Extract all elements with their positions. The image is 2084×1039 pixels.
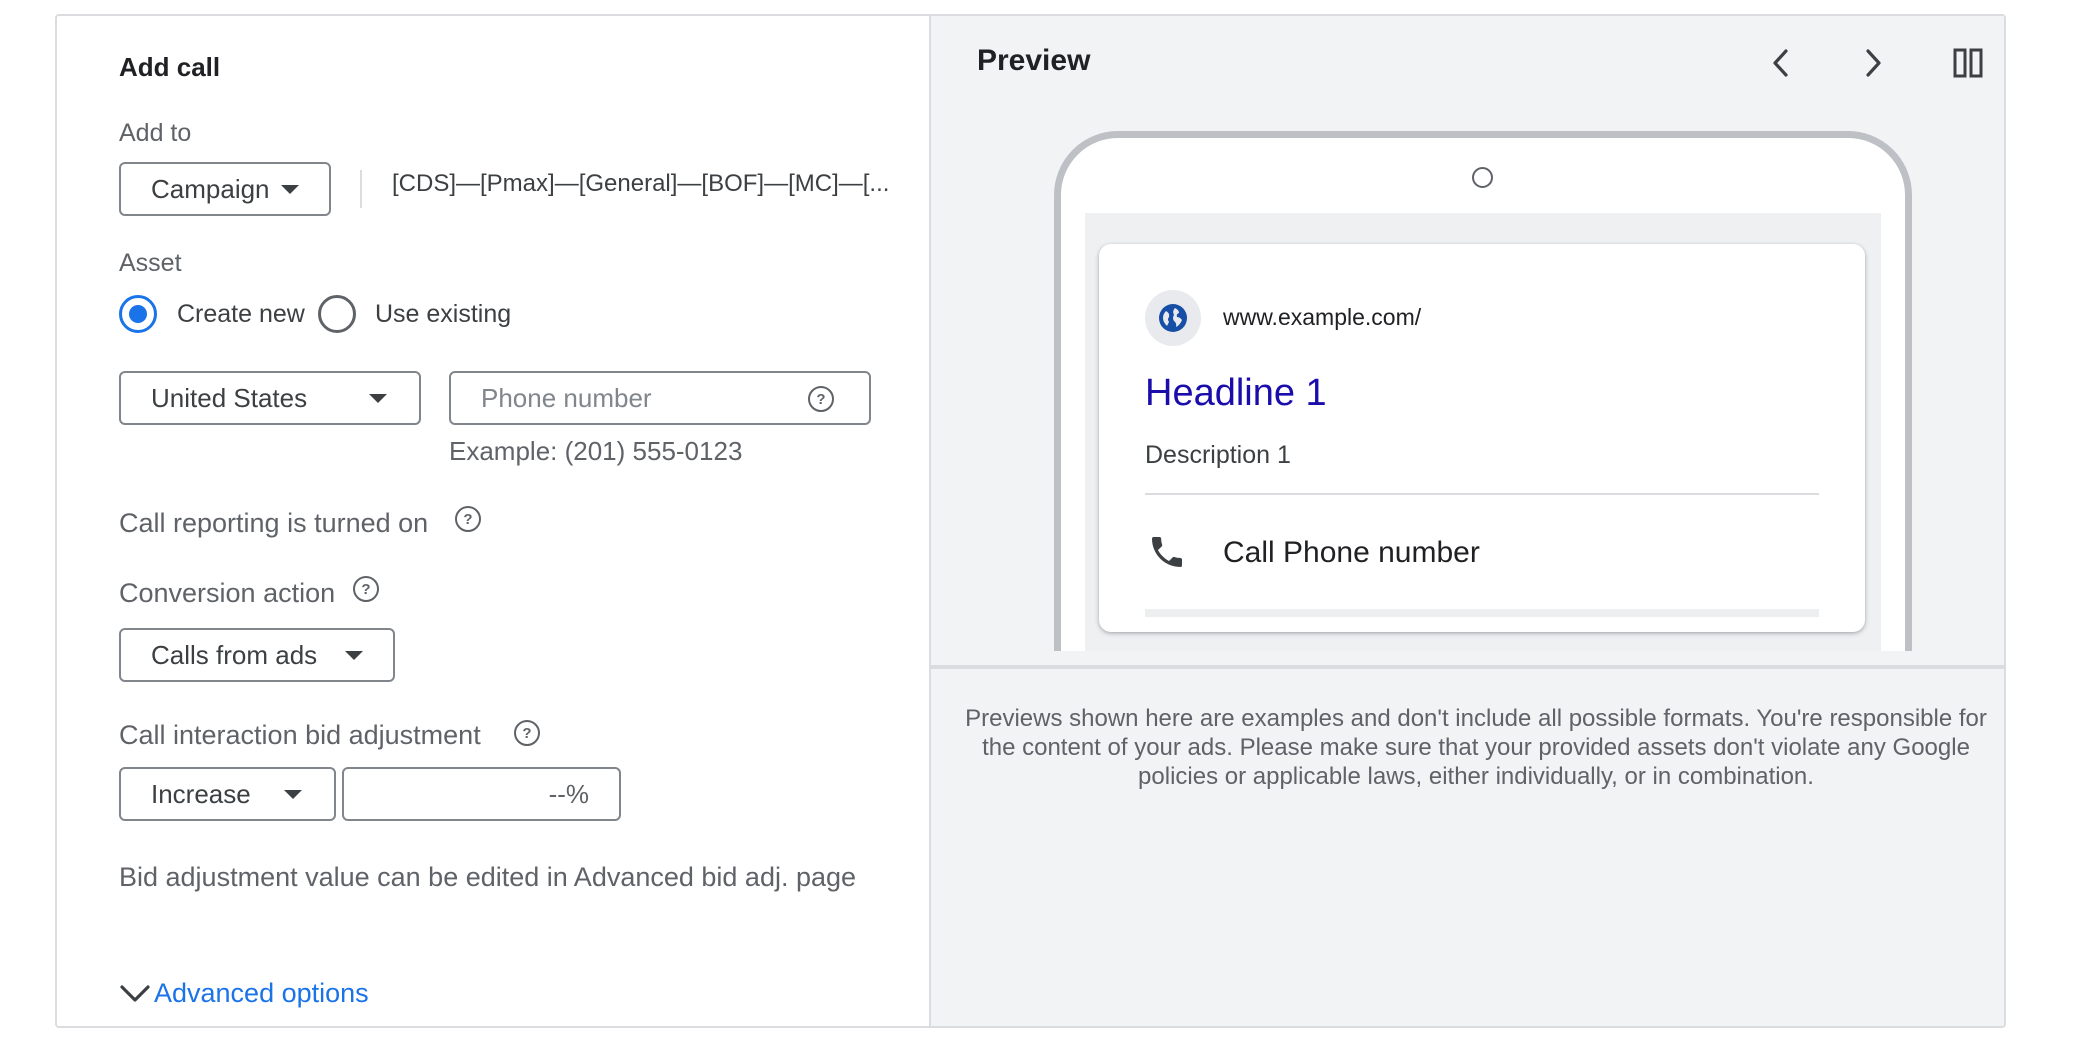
campaign-name: [CDS]—[Pmax]—[General]—[BOF]—[MC]—[... — [392, 170, 890, 197]
ad-description: Description 1 — [1145, 441, 1291, 469]
conversion-action-label: Conversion action — [119, 578, 336, 608]
conversion-action-dropdown[interactable]: Calls from ads — [119, 628, 395, 682]
radio-use-existing-label: Use existing — [375, 300, 512, 328]
call-reporting-text: Call reporting is turned on — [119, 508, 429, 538]
add-call-panel: Add call Add to Campaign [CDS]—[Pmax]—[G… — [55, 14, 2006, 1028]
ad-url: www.example.com/ — [1223, 304, 1422, 330]
caret-down-icon — [345, 651, 363, 660]
conversion-action-value: Calls from ads — [151, 639, 318, 670]
preview-divider — [931, 665, 2004, 669]
form-section: Add call Add to Campaign [CDS]—[Pmax]—[G… — [57, 16, 929, 1026]
phone-number-input[interactable]: Phone number ? — [449, 371, 871, 425]
site-favicon — [1145, 290, 1201, 346]
caret-down-icon — [369, 394, 387, 403]
bid-note: Bid adjustment value can be edited in Ad… — [119, 862, 857, 892]
chevron-left-icon[interactable] — [1769, 48, 1793, 78]
help-icon[interactable]: ? — [353, 576, 379, 602]
bid-value-input[interactable]: --% — [342, 767, 621, 821]
advanced-options-link[interactable]: Advanced options — [154, 978, 369, 1009]
split-view-icon[interactable] — [1953, 48, 1983, 78]
preview-title: Preview — [977, 44, 1091, 77]
add-to-label: Add to — [119, 119, 192, 147]
preview-section: Preview www.example.com/ Headline 1 Desc… — [929, 16, 2004, 1026]
dialog-title: Add call — [119, 52, 221, 82]
call-button-text: Call Phone number — [1223, 536, 1480, 569]
country-dropdown[interactable]: United States — [119, 371, 421, 425]
country-value: United States — [151, 382, 308, 413]
chevron-down-icon — [120, 984, 150, 1002]
card-divider — [1145, 493, 1819, 495]
preview-disclaimer: Previews shown here are examples and don… — [965, 705, 1987, 790]
advanced-options-toggle[interactable]: Advanced options — [119, 978, 369, 1009]
ad-preview-card: www.example.com/ Headline 1 Description … — [1099, 244, 1865, 632]
chevron-right-icon[interactable] — [1861, 48, 1885, 78]
help-icon[interactable]: ? — [455, 506, 481, 532]
bid-value-placeholder: --% — [548, 778, 589, 809]
divider — [360, 170, 362, 208]
asset-label: Asset — [119, 249, 182, 277]
phone-camera — [1472, 167, 1493, 188]
phone-example: Example: (201) 555-0123 — [449, 436, 743, 466]
bid-direction-value: Increase — [151, 778, 251, 809]
campaign-dropdown[interactable]: Campaign — [119, 162, 331, 216]
ad-headline: Headline 1 — [1145, 372, 1327, 414]
bid-direction-dropdown[interactable]: Increase — [119, 767, 336, 821]
phone-placeholder: Phone number — [481, 382, 652, 413]
radio-use-existing[interactable] — [318, 295, 356, 333]
help-icon[interactable]: ? — [514, 720, 540, 746]
radio-create-new[interactable] — [119, 295, 157, 333]
help-icon[interactable]: ? — [808, 386, 834, 412]
phone-icon — [1152, 537, 1182, 567]
campaign-dropdown-label: Campaign — [151, 173, 270, 204]
caret-down-icon — [284, 790, 302, 799]
bid-adjustment-label: Call interaction bid adjustment — [119, 720, 481, 750]
radio-create-new-label: Create new — [177, 300, 305, 328]
card-bottom-bar — [1145, 609, 1819, 617]
phone-mockup: www.example.com/ Headline 1 Description … — [1054, 131, 1912, 651]
globe-icon — [1159, 304, 1187, 332]
caret-down-icon — [281, 185, 299, 194]
